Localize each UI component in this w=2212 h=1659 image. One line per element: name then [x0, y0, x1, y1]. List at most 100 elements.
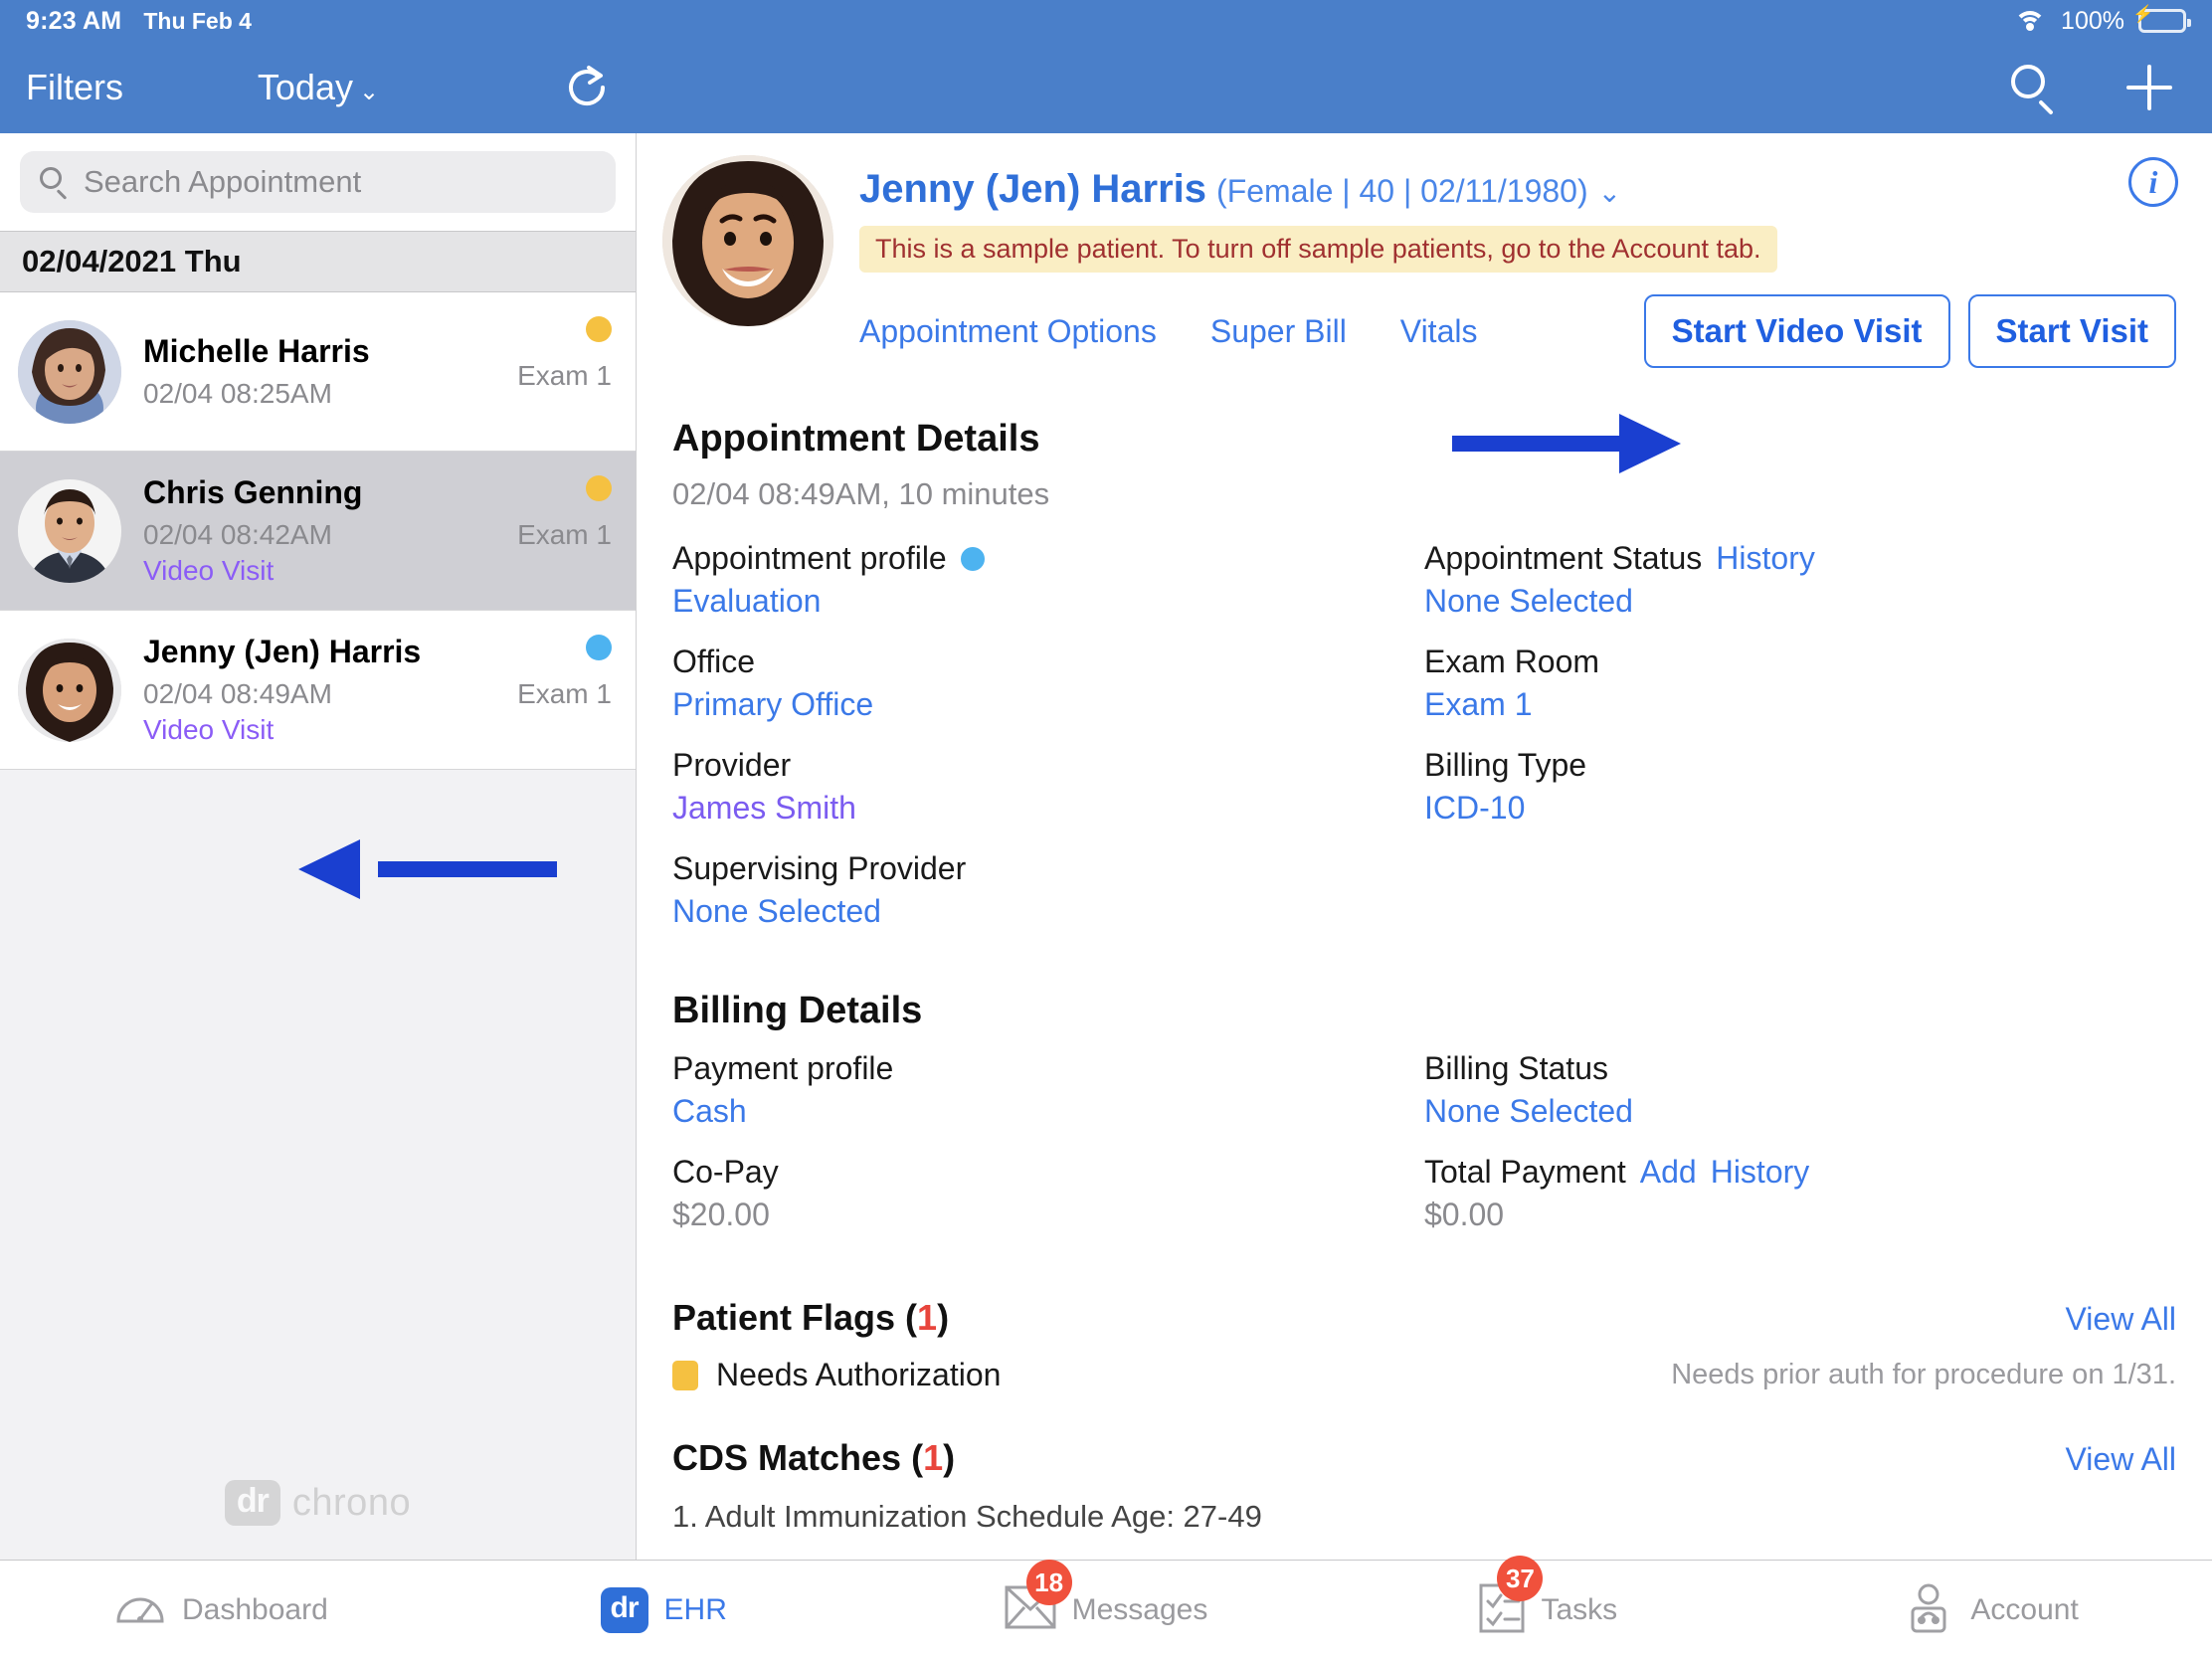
- avatar: [18, 638, 121, 742]
- field-label: Payment profile: [672, 1050, 894, 1086]
- tab-messages[interactable]: 18 Messages: [885, 1560, 1328, 1659]
- field-copay: Co-Pay $20.00: [672, 1154, 1424, 1233]
- search-icon: [40, 167, 70, 200]
- field-value[interactable]: James Smith: [672, 790, 1424, 827]
- flag-color-chip: [672, 1360, 698, 1390]
- list-item-name: Jenny (Jen) Harris: [143, 634, 422, 669]
- field-value[interactable]: Cash: [672, 1093, 1424, 1130]
- today-selector[interactable]: Today ⌄: [258, 67, 379, 108]
- list-item-video-visit[interactable]: Video Visit: [143, 714, 495, 746]
- list-item[interactable]: Michelle Harris 02/04 08:25AM Exam 1: [0, 292, 636, 452]
- tab-dashboard[interactable]: Dashboard: [0, 1561, 443, 1659]
- search-input[interactable]: Search Appointment: [20, 151, 616, 213]
- cds-count: 1: [923, 1437, 944, 1478]
- cds-matches-section: CDS Matches (1) View All 1. Adult Immuni…: [637, 1411, 2212, 1553]
- search-container: Search Appointment: [0, 133, 636, 231]
- patient-avatar[interactable]: [662, 155, 833, 326]
- patient-flags-section: Patient Flags (1) View All Needs Authori…: [637, 1271, 2212, 1411]
- field-value[interactable]: None Selected: [1424, 1093, 2176, 1130]
- field-office: Office Primary Office: [672, 644, 1424, 723]
- section-title: Billing Details: [672, 990, 923, 1031]
- tab-ehr[interactable]: dr EHR: [443, 1561, 885, 1659]
- vitals-link[interactable]: Vitals: [1400, 313, 1478, 350]
- billing-left-col: Payment profile Cash Co-Pay $20.00: [672, 1050, 1424, 1257]
- patient-name: Jenny (Jen) Harris: [859, 167, 1207, 211]
- tasks-badge: 37: [1497, 1556, 1544, 1601]
- gauge-icon: [114, 1581, 166, 1638]
- appointment-details-section: Appointment Details 02/04 08:49AM, 10 mi…: [637, 392, 2212, 954]
- super-bill-link[interactable]: Super Bill: [1210, 313, 1347, 350]
- list-item-name: Michelle Harris: [143, 333, 370, 369]
- appointment-details-left-col: Appointment profile Evaluation Office Pr…: [672, 540, 1424, 954]
- chevron-down-icon[interactable]: ⌄: [1598, 176, 1621, 209]
- status-time: 9:23 AM: [26, 6, 122, 35]
- field-billing-type: Billing Type ICD-10: [1424, 747, 2176, 827]
- list-item-name: Chris Genning: [143, 474, 363, 510]
- field-value[interactable]: Evaluation: [672, 583, 1424, 620]
- field-payment-profile: Payment profile Cash: [672, 1050, 1424, 1130]
- patient-name-row[interactable]: Jenny (Jen) Harris (Female | 40 | 02/11/…: [859, 167, 2176, 212]
- search-icon[interactable]: [2011, 65, 2057, 115]
- field-label: Provider: [672, 747, 792, 783]
- tab-label: Tasks: [1541, 1592, 1618, 1626]
- cds-matches-title: CDS Matches (1): [672, 1437, 956, 1478]
- field-value[interactable]: Primary Office: [672, 686, 1424, 723]
- plus-icon[interactable]: [2126, 65, 2172, 110]
- payment-history-link[interactable]: History: [1711, 1154, 1810, 1191]
- appointment-detail-panel: Jenny (Jen) Harris (Female | 40 | 02/11/…: [637, 133, 2212, 1560]
- main-navbar: [637, 42, 2212, 133]
- field-provider: Provider James Smith: [672, 747, 1424, 827]
- patient-flags-title: Patient Flags (1): [672, 1297, 950, 1338]
- list-item-room: Exam 1: [517, 678, 612, 709]
- field-value: $20.00: [672, 1197, 770, 1232]
- list-item-time: 02/04 08:42AM: [143, 519, 332, 550]
- field-value[interactable]: None Selected: [672, 893, 1424, 930]
- field-value[interactable]: ICD-10: [1424, 790, 2176, 827]
- wifi-icon: [2013, 9, 2047, 33]
- avatar: [18, 478, 121, 583]
- field-label: Co-Pay: [672, 1154, 779, 1190]
- start-visit-button[interactable]: Start Visit: [1967, 294, 2176, 368]
- field-value[interactable]: Exam 1: [1424, 686, 2176, 723]
- avatar: [18, 319, 121, 424]
- cds-matches-view-all[interactable]: View All: [2066, 1441, 2176, 1478]
- field-value: $0.00: [1424, 1197, 1505, 1232]
- billing-details-section: Billing Details Payment profile Cash Co-…: [637, 968, 2212, 1257]
- list-item[interactable]: Chris Genning 02/04 08:42AM Video Visit …: [0, 452, 636, 611]
- info-icon[interactable]: i: [2128, 157, 2178, 207]
- appointment-details-right-col: Appointment Status History None Selected …: [1424, 540, 2176, 954]
- filters-button[interactable]: Filters: [26, 67, 123, 108]
- start-video-visit-button[interactable]: Start Video Visit: [1643, 294, 1950, 368]
- drchrono-logo-badge: dr: [224, 1480, 280, 1526]
- drchrono-logo: dr chrono: [0, 1480, 636, 1526]
- search-placeholder: Search Appointment: [84, 164, 362, 199]
- cds-match-item: 1. Adult Immunization Schedule Age: 27-4…: [672, 1499, 1262, 1534]
- add-payment-link[interactable]: Add: [1640, 1154, 1697, 1191]
- refresh-icon[interactable]: [563, 64, 611, 111]
- today-label: Today: [257, 67, 353, 107]
- messages-badge: 18: [1025, 1560, 1072, 1605]
- list-item-video-visit[interactable]: Video Visit: [143, 555, 495, 587]
- patient-header: Jenny (Jen) Harris (Female | 40 | 02/11/…: [637, 133, 2212, 368]
- patient-flag-row: Needs Authorization Needs prior auth for…: [672, 1357, 2176, 1393]
- tab-account[interactable]: Account: [1769, 1561, 2212, 1659]
- person-headset-icon: [1903, 1581, 1954, 1638]
- list-item[interactable]: Jenny (Jen) Harris 02/04 08:49AM Video V…: [0, 611, 636, 770]
- profile-color-dot: [960, 546, 985, 571]
- field-label: Exam Room: [1424, 644, 1600, 679]
- status-history-link[interactable]: History: [1716, 540, 1815, 577]
- patient-demographics: (Female | 40 | 02/11/1980): [1216, 173, 1588, 209]
- list-item-room: Exam 1: [517, 519, 612, 550]
- appointment-options-link[interactable]: Appointment Options: [859, 313, 1157, 350]
- battery-charging-icon: ⚡: [2132, 6, 2191, 33]
- field-value[interactable]: None Selected: [1424, 583, 2176, 620]
- tab-tasks[interactable]: 37 Tasks: [1327, 1556, 1769, 1659]
- tab-label: Messages: [1071, 1592, 1208, 1626]
- patient-flags-view-all[interactable]: View All: [2066, 1301, 2176, 1338]
- field-label: Appointment Status: [1424, 540, 1703, 576]
- field-exam-room: Exam Room Exam 1: [1424, 644, 2176, 723]
- status-dot: [586, 475, 612, 501]
- list-item-time: 02/04 08:25AM: [143, 378, 332, 409]
- field-total-payment: Total Payment Add History $0.00: [1424, 1154, 2176, 1233]
- field-billing-status: Billing Status None Selected: [1424, 1050, 2176, 1130]
